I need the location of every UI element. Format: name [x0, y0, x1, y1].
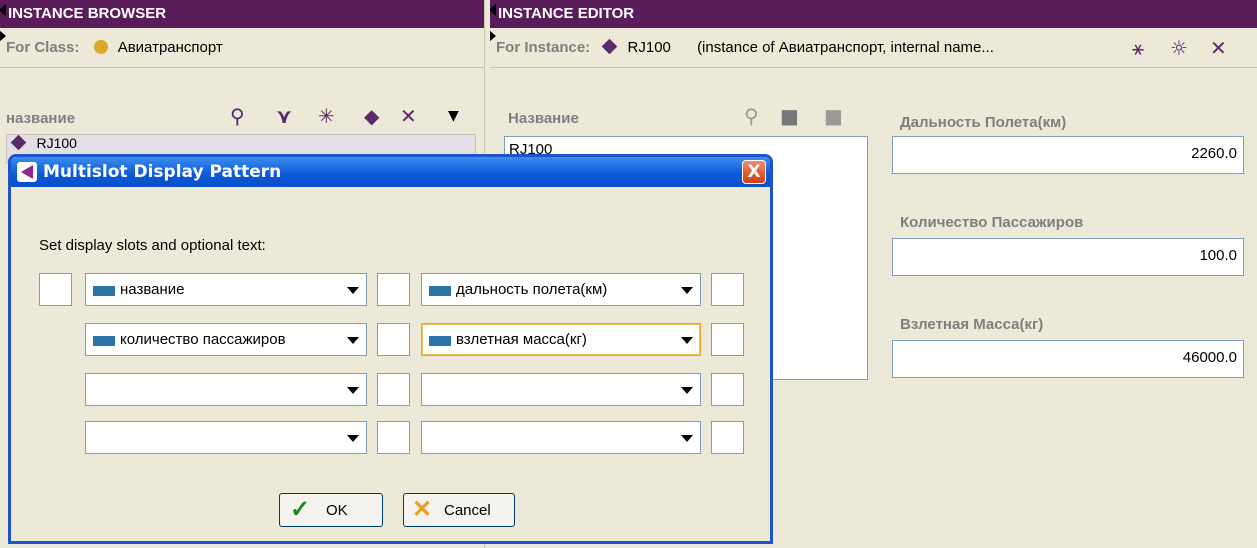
chevron-down-icon[interactable] — [681, 435, 693, 442]
class-dot-icon — [93, 40, 108, 54]
slot-combo-left-3[interactable] — [85, 373, 367, 406]
for-class-row: For Class: Авиатранспорт — [0, 28, 484, 68]
remove-value-icon[interactable]: ■ — [824, 106, 843, 126]
dialog-instruction: Set display slots and optional text: — [39, 237, 266, 254]
checkmark-icon: ✓ — [290, 496, 311, 523]
slot-combo-value: дальность полета(км) — [456, 281, 608, 298]
field-mass-input[interactable]: 46000.0 — [892, 340, 1244, 378]
name-slot-label: Название — [508, 110, 579, 127]
slot-combo-value: количество пассажиров — [120, 331, 286, 348]
dialog-title: Multislot Display Pattern — [43, 162, 282, 182]
find-value-icon[interactable]: ⚲ — [744, 106, 759, 126]
chevron-down-icon[interactable] — [347, 287, 359, 294]
text-slot-suffix[interactable] — [711, 323, 744, 356]
instance-browser-title: INSTANCE BROWSER — [8, 5, 167, 22]
chevron-down-icon[interactable] — [681, 287, 693, 294]
chevron-down-icon[interactable] — [347, 387, 359, 394]
instance-diamond-icon — [10, 134, 27, 151]
chevron-down-icon[interactable] — [347, 337, 359, 344]
ok-label: OK — [326, 502, 348, 519]
slot-combo-left-4[interactable] — [85, 421, 367, 454]
instance-editor-header: INSTANCE EDITOR — [490, 0, 1257, 28]
browser-column-label: название — [6, 110, 76, 127]
dialog-title-bar[interactable]: Multislot Display Pattern X — [11, 157, 770, 187]
cancel-x-icon: ✕ — [412, 496, 433, 523]
text-slot-suffix[interactable] — [711, 373, 744, 406]
slot-swatch-icon — [93, 336, 115, 346]
field-passengers-input[interactable]: 100.0 — [892, 238, 1244, 276]
field-mass-value: 46000.0 — [1182, 349, 1237, 366]
references-icon[interactable]: ⋎ — [276, 106, 292, 126]
pin-icon[interactable]: ⚹ — [1132, 38, 1144, 58]
add-value-icon[interactable]: ■ — [780, 106, 799, 126]
collapse-arrow-icon[interactable] — [0, 4, 6, 16]
cancel-label: Cancel — [444, 502, 491, 519]
chevron-down-icon[interactable] — [347, 435, 359, 442]
instance-diamond-icon — [602, 38, 618, 55]
text-slot-between[interactable] — [377, 323, 410, 356]
slot-combo-value: взлетная масса(кг) — [456, 331, 587, 348]
instance-editor-title: INSTANCE EDITOR — [498, 5, 635, 22]
slot-swatch-icon — [429, 286, 451, 296]
chevron-down-icon[interactable] — [681, 387, 693, 394]
field-label-passengers: Количество Пассажиров — [900, 214, 1084, 231]
instance-browser-header: INSTANCE BROWSER — [0, 0, 484, 28]
create-icon[interactable]: ✳ — [318, 106, 335, 126]
slot-combo-right-3[interactable] — [421, 373, 701, 406]
text-slot-between[interactable] — [377, 273, 410, 306]
selected-instance-item[interactable]: RJ100 — [36, 135, 76, 151]
multislot-dialog: Multislot Display Pattern X Set display … — [8, 154, 773, 544]
sun-icon[interactable]: ☼ — [1170, 38, 1188, 58]
text-slot-between[interactable] — [377, 421, 410, 454]
field-range-input[interactable]: 2260.0 — [892, 136, 1244, 174]
close-icon[interactable]: ✕ — [1210, 38, 1227, 58]
class-name: Авиатранспорт — [117, 39, 223, 56]
for-class-label: For Class: — [6, 39, 80, 56]
dialog-close-button[interactable]: X — [742, 160, 766, 184]
diamond-icon[interactable]: ◆ — [364, 106, 379, 126]
for-instance-label: For Instance: — [496, 39, 591, 56]
chevron-down-icon[interactable] — [681, 337, 693, 344]
menu-dropdown-icon[interactable]: ▼ — [448, 106, 459, 126]
text-slot-suffix[interactable] — [711, 273, 744, 306]
find-icon[interactable]: ⚲ — [230, 106, 245, 126]
slot-combo-value: название — [120, 281, 185, 298]
instance-description: (instance of Авиатранспорт, internal nam… — [697, 39, 994, 56]
slot-swatch-icon — [93, 286, 115, 296]
protege-logo-icon — [17, 162, 37, 182]
ok-button[interactable]: ✓ OK — [279, 493, 383, 527]
text-slot-suffix[interactable] — [711, 421, 744, 454]
field-label-mass: Взлетная Масса(кг) — [900, 316, 1044, 333]
slot-swatch-icon — [429, 336, 451, 346]
slot-combo-left-1[interactable]: название — [85, 273, 367, 306]
slot-combo-left-2[interactable]: количество пассажиров — [85, 323, 367, 356]
field-passengers-value: 100.0 — [1199, 247, 1237, 264]
delete-icon[interactable]: ✕ — [400, 106, 417, 126]
field-range-value: 2260.0 — [1191, 145, 1237, 162]
slot-combo-right-1[interactable]: дальность полета(км) — [421, 273, 701, 306]
slot-combo-right-2[interactable]: взлетная масса(кг) — [421, 323, 701, 356]
slot-combo-right-4[interactable] — [421, 421, 701, 454]
collapse-arrow-icon[interactable] — [489, 4, 496, 16]
field-label-range: Дальность Полета(км) — [900, 114, 1067, 131]
cancel-button[interactable]: ✕ Cancel — [403, 493, 515, 527]
instance-name: RJ100 — [627, 39, 671, 56]
text-slot-prefix[interactable] — [39, 273, 72, 306]
text-slot-between[interactable] — [377, 373, 410, 406]
